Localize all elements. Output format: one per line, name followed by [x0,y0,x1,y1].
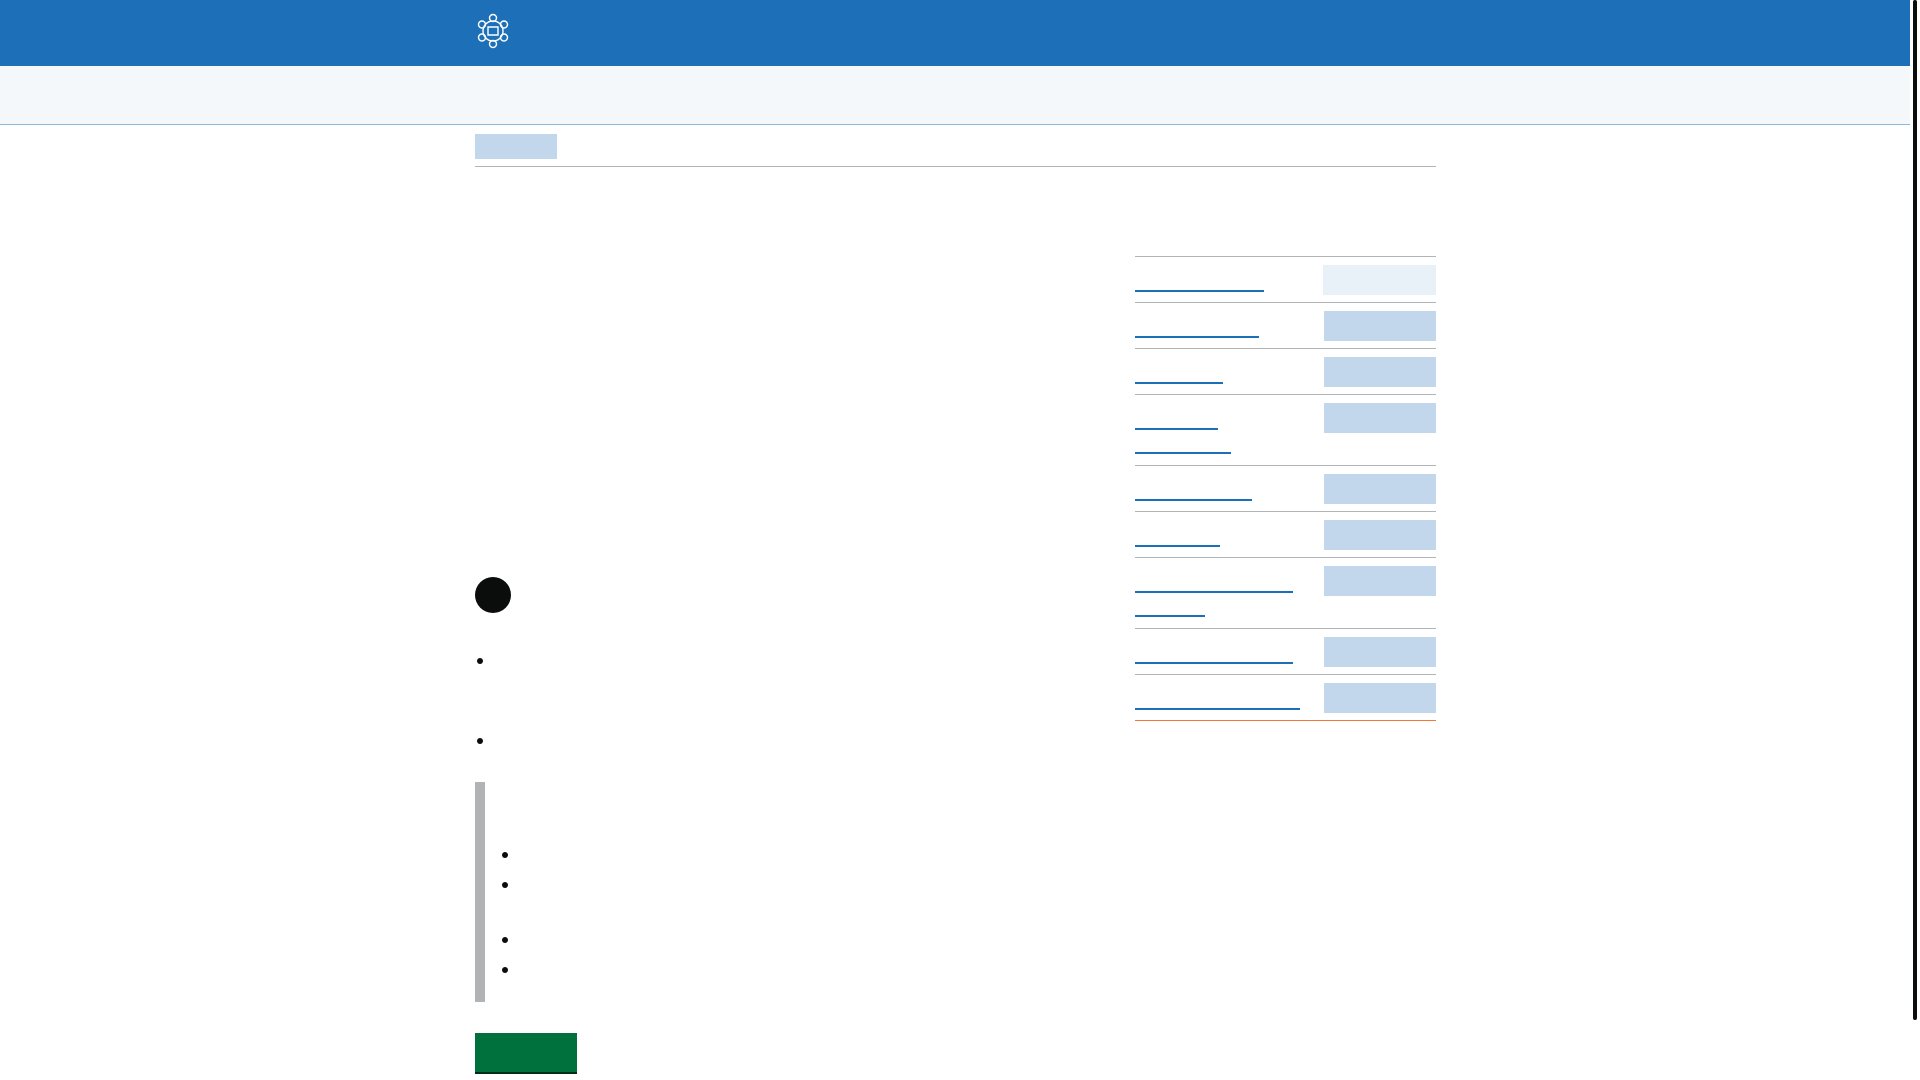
side-nav-badge [1324,683,1436,713]
avatar-icon [475,577,511,613]
side-nav-item[interactable] [1135,395,1436,466]
side-nav-link[interactable] [1135,290,1264,292]
breadcrumb-item[interactable] [475,134,557,159]
side-nav-item[interactable] [1135,512,1436,558]
side-nav-badge [1324,474,1436,504]
side-nav-badge [1324,637,1436,667]
side-nav-badge [1324,566,1436,596]
side-nav-badge [1324,357,1436,387]
service-navigation [0,66,1910,125]
side-nav-current-badge [1323,265,1436,295]
side-nav-item[interactable] [1135,629,1436,675]
side-nav-link-line2[interactable] [1135,615,1205,617]
side-nav-badge [1324,403,1436,433]
start-button[interactable] [475,1033,577,1072]
side-nav-item[interactable] [1135,349,1436,395]
side-nav-link[interactable] [1135,499,1252,501]
side-nav-item[interactable] [1135,303,1436,349]
list-bullet [502,882,508,888]
side-nav-item[interactable] [1135,466,1436,512]
side-nav-link[interactable] [1135,428,1218,430]
list-bullet [477,658,483,664]
side-nav-badge [1324,520,1436,550]
side-nav-link[interactable] [1135,336,1259,338]
inset-text-border [475,782,485,1002]
list-bullet [477,738,483,744]
side-navigation [1135,256,1436,721]
scrollbar-thumb[interactable] [1913,0,1917,1020]
side-nav-link[interactable] [1135,591,1293,593]
side-nav-item[interactable] [1135,558,1436,629]
list-bullet [502,937,508,943]
side-nav-item[interactable] [1135,675,1436,721]
side-nav-badge [1324,311,1436,341]
side-nav-link[interactable] [1135,708,1300,710]
side-nav-link[interactable] [1135,382,1223,384]
breadcrumb [475,134,1436,167]
side-nav-item[interactable] [1135,257,1436,303]
crest-icon[interactable] [475,13,511,49]
side-nav-link[interactable] [1135,662,1293,664]
side-nav-link[interactable] [1135,545,1220,547]
side-nav-link-line2[interactable] [1135,452,1231,454]
list-bullet [502,852,508,858]
list-bullet [502,967,508,973]
site-header [0,0,1910,66]
